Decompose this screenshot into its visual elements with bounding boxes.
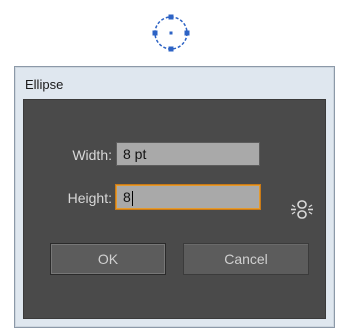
ok-button[interactable]: OK bbox=[50, 243, 166, 275]
height-value: 8 bbox=[123, 189, 131, 205]
ellipse-preview-icon bbox=[152, 14, 190, 52]
ellipse-dialog: Ellipse Width: 8 pt Height: 8 OK Cancel bbox=[14, 66, 335, 328]
width-field[interactable]: 8 pt bbox=[116, 142, 260, 166]
width-label: Width: bbox=[72, 147, 112, 163]
dialog-body: Width: 8 pt Height: 8 OK Cancel bbox=[23, 99, 326, 319]
canvas: Ellipse Width: 8 pt Height: 8 OK Cancel bbox=[0, 0, 339, 331]
height-field[interactable]: 8 bbox=[116, 185, 260, 209]
width-value: 8 pt bbox=[123, 146, 147, 162]
constrain-proportions-icon[interactable] bbox=[289, 198, 315, 222]
cancel-button[interactable]: Cancel bbox=[183, 243, 309, 275]
text-caret bbox=[131, 190, 133, 206]
dialog-title: Ellipse bbox=[25, 77, 64, 92]
height-label: Height: bbox=[67, 190, 112, 206]
